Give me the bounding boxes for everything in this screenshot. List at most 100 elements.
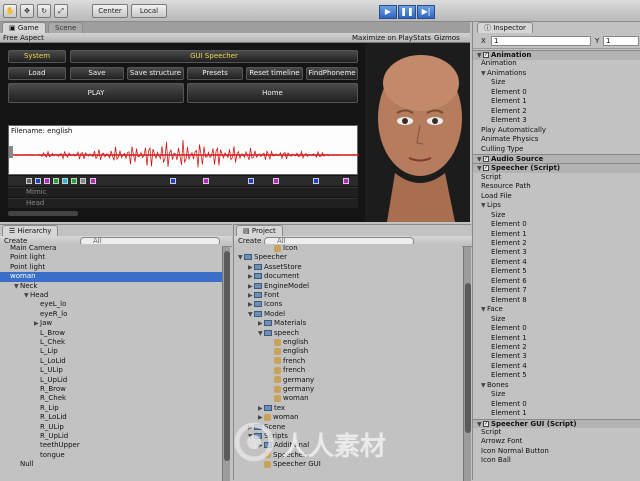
inspector-field[interactable]: Size <box>473 390 640 400</box>
phoneme-marker[interactable] <box>343 178 349 184</box>
project-item[interactable]: woman <box>234 394 462 403</box>
project-item[interactable]: ▶ AssetStore <box>234 263 462 272</box>
phoneme-marker[interactable] <box>90 178 96 184</box>
hierarchy-item[interactable]: ▼Head <box>0 291 222 300</box>
head-track[interactable]: Head <box>8 198 358 208</box>
aspect-dropdown[interactable]: Free Aspect <box>3 34 44 42</box>
inspector-field[interactable]: Element 0 <box>473 88 640 98</box>
hierarchy-item[interactable]: R_Brow <box>0 385 222 394</box>
move-tool-icon[interactable]: ✥ <box>20 4 34 18</box>
y-field[interactable]: 1 <box>603 36 639 46</box>
inspector-field[interactable]: Play Automatically <box>473 126 640 136</box>
hierarchy-item[interactable]: L_Lip <box>0 347 222 356</box>
project-item[interactable]: french <box>234 366 462 375</box>
play-icon[interactable]: ▶ <box>379 5 397 19</box>
hierarchy-item[interactable]: woman <box>0 272 222 282</box>
hierarchy-item[interactable]: R_UpLid <box>0 432 222 441</box>
component-enabled-checkbox[interactable]: ✓ <box>483 155 489 162</box>
inspector-field[interactable]: Script <box>473 173 640 183</box>
inspector-field[interactable]: Element 0 <box>473 400 640 410</box>
component-enabled-checkbox[interactable]: ✓ <box>483 52 489 58</box>
hierarchy-item[interactable]: R_Lip <box>0 404 222 413</box>
hierarchy-item[interactable]: eyeR_lo <box>0 310 222 319</box>
inspector-field[interactable]: Icon Ball <box>473 456 640 466</box>
inspector-field[interactable]: Element 0 <box>473 324 640 334</box>
inspector-field[interactable]: Element 3 <box>473 116 640 126</box>
project-item[interactable]: ▶ EngineModel <box>234 282 462 291</box>
hierarchy-scrollbar[interactable] <box>222 247 230 481</box>
phoneme-marker[interactable] <box>62 178 68 184</box>
hierarchy-item[interactable]: ▶Jaw <box>0 319 222 328</box>
component-header[interactable]: ▼ ✓ Audio Source <box>473 153 640 164</box>
tab-project[interactable]: ▤ Project <box>236 225 283 236</box>
project-item[interactable]: ▶ Materials <box>234 319 462 328</box>
inspector-field[interactable]: Size <box>473 315 640 325</box>
inspector-field[interactable]: Load File <box>473 192 640 202</box>
tab-hierarchy[interactable]: ☰ Hierarchy <box>2 225 59 236</box>
project-item[interactable]: french <box>234 357 462 366</box>
phoneme-marker[interactable] <box>35 178 41 184</box>
project-item[interactable]: Speecher <box>234 451 462 460</box>
hierarchy-item[interactable]: teethUpper <box>0 441 222 450</box>
mimic-track[interactable]: Mimic <box>8 187 358 197</box>
tab-scene[interactable]: Scene <box>48 22 84 33</box>
hierarchy-item[interactable]: Point light <box>0 263 222 272</box>
hierarchy-item[interactable]: R_Chek <box>0 394 222 403</box>
inspector-field[interactable]: Element 6 <box>473 277 640 287</box>
hierarchy-item[interactable]: R_ULip <box>0 423 222 432</box>
component-header[interactable]: ▼ ✓ Speecher (Script) <box>473 163 640 173</box>
hierarchy-item[interactable]: tongue <box>0 451 222 460</box>
phoneme-marker[interactable] <box>26 178 32 184</box>
project-scrollbar[interactable] <box>463 247 471 481</box>
hierarchy-item[interactable]: Point light <box>0 253 222 262</box>
component-enabled-checkbox[interactable]: ✓ <box>483 165 489 172</box>
project-item[interactable]: ▼ Speecher <box>234 253 462 262</box>
tab-game[interactable]: ▣ Game <box>2 22 46 33</box>
project-item[interactable]: ▶ Additional <box>234 441 462 450</box>
inspector-field[interactable]: Element 2 <box>473 239 640 249</box>
inspector-field[interactable]: Arrowz Font <box>473 437 640 447</box>
hierarchy-scroll-thumb[interactable] <box>224 251 230 461</box>
inspector-field[interactable]: Element 8 <box>473 296 640 306</box>
project-item[interactable]: ▶ Scene <box>234 423 462 432</box>
pause-icon[interactable]: ❚❚ <box>398 5 416 19</box>
project-item[interactable]: ▶ document <box>234 272 462 281</box>
project-scroll-thumb[interactable] <box>465 283 471 433</box>
stats-toggle[interactable]: Stats <box>413 34 431 42</box>
project-item[interactable]: ▼ Scripts <box>234 432 462 441</box>
phoneme-marker[interactable] <box>313 178 319 184</box>
inspector-field[interactable]: ▼Bones <box>473 381 640 391</box>
inspector-field[interactable]: ▼Face <box>473 305 640 315</box>
phoneme-marker[interactable] <box>170 178 176 184</box>
inspector-field[interactable]: Element 1 <box>473 409 640 419</box>
hierarchy-item[interactable]: Null <box>0 460 222 469</box>
phoneme-marker[interactable] <box>80 178 86 184</box>
project-item[interactable]: english <box>234 338 462 347</box>
project-item[interactable]: Icon <box>234 244 462 253</box>
hierarchy-item[interactable]: L_UpLid <box>0 376 222 385</box>
scale-tool-icon[interactable]: ⤢ <box>54 4 68 18</box>
inspector-field[interactable]: Element 4 <box>473 258 640 268</box>
inspector-field[interactable]: Script <box>473 428 640 438</box>
project-item[interactable]: english <box>234 347 462 356</box>
local-toggle[interactable]: Local <box>131 4 167 18</box>
component-header[interactable]: ▼ ✓ Animation <box>473 50 640 60</box>
phoneme-marker[interactable] <box>248 178 254 184</box>
rotate-tool-icon[interactable]: ↻ <box>37 4 51 18</box>
inspector-field[interactable]: Element 3 <box>473 352 640 362</box>
project-item[interactable]: ▶ tex <box>234 404 462 413</box>
gizmos-dropdown[interactable]: Gizmos <box>434 34 460 42</box>
inspector-field[interactable]: Element 7 <box>473 286 640 296</box>
inspector-field[interactable]: Size <box>473 211 640 221</box>
hand-tool-icon[interactable]: ✋ <box>3 4 17 18</box>
phoneme-marker[interactable] <box>273 178 279 184</box>
step-icon[interactable]: ▶| <box>417 5 435 19</box>
inspector-field[interactable]: Size <box>473 78 640 88</box>
inspector-field[interactable]: Element 5 <box>473 371 640 381</box>
project-item[interactable]: Speecher GUI <box>234 460 462 469</box>
hierarchy-item[interactable]: eyeL_lo <box>0 300 222 309</box>
tab-inspector[interactable]: ⓘ Inspector <box>477 22 533 33</box>
inspector-field[interactable]: Icon Normal Button <box>473 447 640 457</box>
maximize-on-play-toggle[interactable]: Maximize on Play <box>352 34 413 42</box>
phoneme-marker[interactable] <box>71 178 77 184</box>
